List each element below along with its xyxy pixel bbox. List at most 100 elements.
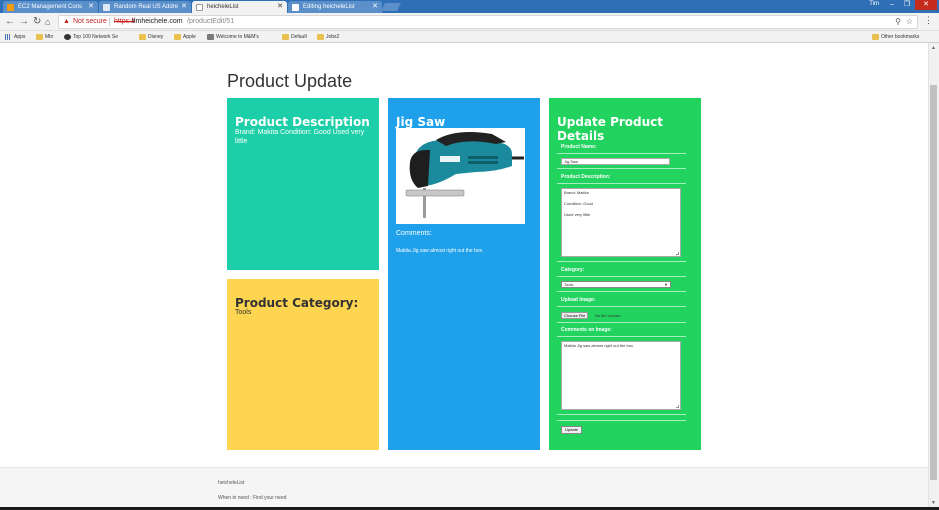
no-file-text: No file chosen <box>595 313 621 318</box>
minimize-icon[interactable]: – <box>885 0 899 10</box>
bookmark-apple[interactable]: Apple <box>174 33 196 41</box>
folder-icon <box>139 34 146 40</box>
new-tab-button[interactable] <box>381 3 401 11</box>
update-button[interactable]: Update <box>561 426 582 434</box>
scroll-down-icon[interactable]: ▼ <box>931 500 936 506</box>
bookmarks-bar: Apps Mtn Top 100 Network Se Disney Apple… <box>0 31 939 43</box>
resize-handle[interactable] <box>676 252 679 255</box>
bookmark-label: Disney <box>148 34 164 40</box>
reload-icon[interactable]: ↻ <box>33 16 41 28</box>
home-icon[interactable]: ⌂ <box>45 16 50 28</box>
product-description-label: Product Description: <box>561 174 611 180</box>
footer-brand: heicheleList <box>218 480 245 486</box>
category-label: Category: <box>561 267 585 273</box>
footer-tagline: When in need : Find your need <box>218 495 287 501</box>
bookmark-jobs2[interactable]: Jobs2 <box>317 33 339 41</box>
close-icon[interactable]: ✕ <box>277 1 283 13</box>
description-heading: Product Description <box>235 115 370 129</box>
tab-editing[interactable]: Editing heicheleList ✕ <box>288 1 382 13</box>
close-icon[interactable]: ✕ <box>181 1 187 13</box>
restore-icon[interactable]: ❐ <box>900 0 914 10</box>
description-text: Brand: Makita Condition: Good Used very … <box>235 129 365 145</box>
product-name-input[interactable] <box>561 158 670 165</box>
divider <box>557 261 686 262</box>
scroll-up-icon[interactable]: ▲ <box>931 45 936 51</box>
product-description-textarea[interactable]: Brand: Makita Condition: Good Used very … <box>561 188 681 257</box>
divider <box>109 18 110 26</box>
url-host: timheichele.com <box>132 18 183 25</box>
bookmark-mtn[interactable]: Mtn <box>36 33 53 41</box>
product-image <box>396 128 525 224</box>
choose-file-button[interactable]: Choose File <box>561 312 589 319</box>
resize-handle[interactable] <box>676 405 679 408</box>
divider <box>557 153 686 154</box>
back-icon[interactable]: ← <box>5 16 15 28</box>
apps-icon <box>5 34 11 40</box>
tab-ec2[interactable]: EC2 Management Cons ✕ <box>3 1 98 13</box>
bookmark-label: Apple <box>183 34 196 40</box>
comments-text: Makita Jig saw almost right out the box. <box>396 248 484 254</box>
bookmark-label: Default <box>291 34 307 40</box>
bookmark-label: Top 100 Network Se <box>73 34 119 40</box>
bookmark-apps[interactable]: Apps <box>5 33 25 41</box>
category-selected: Tools <box>564 282 574 287</box>
form-heading: Update Product Details <box>557 115 664 143</box>
category-heading: Product Category: <box>235 296 359 310</box>
bookmark-mms[interactable]: Welcome to M&M’s <box>207 33 259 41</box>
comments-label: Comments: <box>396 230 432 237</box>
bookmark-label: Apps <box>14 34 26 40</box>
description-panel: Product Description Brand: Makita Condit… <box>227 98 379 270</box>
category-value: Tools <box>235 309 252 316</box>
item-name: Jig Saw <box>396 115 446 129</box>
bookmark-top100[interactable]: Top 100 Network Se <box>64 33 118 41</box>
zoom-icon[interactable]: ⚲ <box>895 16 901 28</box>
page-title: Product Update <box>227 71 353 91</box>
document-icon <box>196 4 203 11</box>
url-input[interactable]: ▲ Not secure https:// timheichele.com /p… <box>58 15 918 29</box>
divider <box>557 336 686 337</box>
bookmark-label: Jobs2 <box>326 34 340 40</box>
other-bookmarks[interactable]: Other bookmarks <box>872 33 919 41</box>
close-icon[interactable]: ✕ <box>88 1 94 13</box>
category-select[interactable]: Tools ▼ <box>561 281 671 288</box>
bookmark-default[interactable]: Default <box>282 33 307 41</box>
divider <box>557 183 686 184</box>
scrollbar-thumb[interactable] <box>930 85 937 480</box>
footer: heicheleList When in need : Find your ne… <box>0 467 928 510</box>
description-line: Used very little <box>564 212 591 217</box>
tab-bar: EC2 Management Cons ✕ Random Real US Add… <box>0 0 939 13</box>
description-line: Brand: Makita <box>564 190 589 195</box>
divider <box>557 276 686 277</box>
comments-on-image-label: Comments on Image: <box>561 327 612 333</box>
warning-icon[interactable]: ▲ <box>63 16 70 28</box>
folder-icon <box>317 34 324 40</box>
comments-value: Makita Jig saw almost right out the box. <box>564 343 635 348</box>
star-icon[interactable]: ☆ <box>906 16 913 28</box>
close-window-icon[interactable]: ✕ <box>915 0 937 10</box>
close-icon[interactable]: ✕ <box>372 1 378 13</box>
security-label[interactable]: Not secure <box>73 16 107 28</box>
bookmark-disney[interactable]: Disney <box>139 33 163 41</box>
address-bar: ← → ↻ ⌂ ▲ Not secure https:// timheichel… <box>0 13 939 31</box>
bookmark-label: Other bookmarks <box>881 34 920 40</box>
upload-image-label: Upload Image: <box>561 297 596 303</box>
profile-name[interactable]: Tim <box>869 1 879 7</box>
folder-icon <box>872 34 879 40</box>
forward-icon[interactable]: → <box>19 16 29 28</box>
divider <box>557 291 686 292</box>
tab-label: EC2 Management Cons <box>18 4 83 10</box>
tab-label: Random Real US Addre <box>114 4 179 10</box>
site-icon <box>64 34 71 40</box>
tab-label: heicheleList <box>207 4 239 10</box>
tab-random-address[interactable]: Random Real US Addre ✕ <box>99 1 191 13</box>
document-icon <box>292 4 299 11</box>
url-path: /productEdit/51 <box>187 18 235 25</box>
page-icon <box>103 4 110 11</box>
update-form-panel: Update Product Details Product Name: Pro… <box>549 98 701 450</box>
divider <box>557 168 686 169</box>
comments-textarea[interactable]: Makita Jig saw almost right out the box. <box>561 341 681 410</box>
folder-icon <box>174 34 181 40</box>
menu-icon[interactable]: ⋮ <box>924 15 933 26</box>
tab-heichelelist[interactable]: heicheleList ✕ <box>192 1 287 13</box>
bookmark-label: Mtn <box>45 34 54 40</box>
